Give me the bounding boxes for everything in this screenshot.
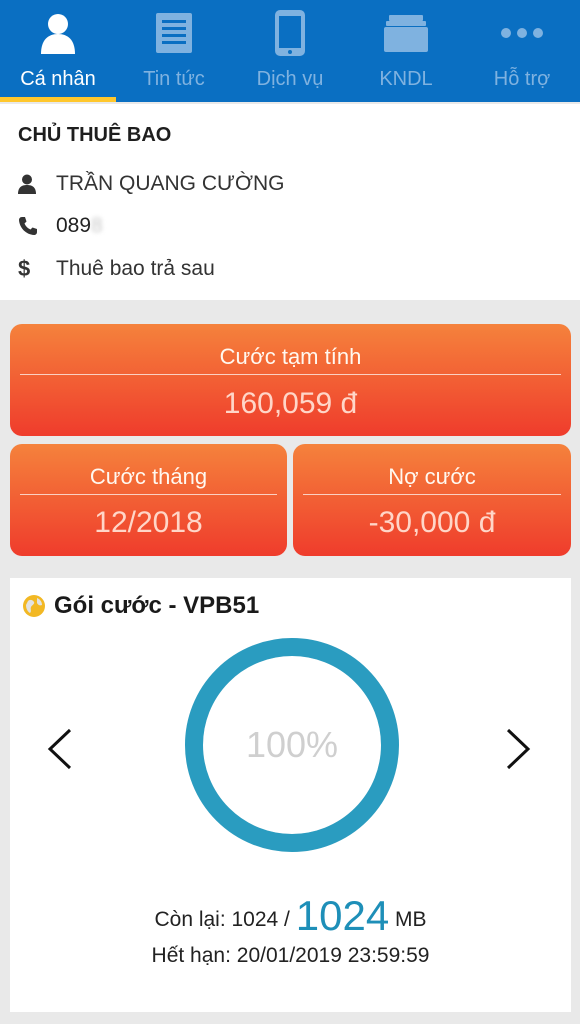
divider bbox=[20, 374, 561, 375]
monthly-charge-card[interactable]: Cước tháng 12/2018 bbox=[10, 444, 287, 556]
tab-ca-nhan[interactable]: Cá nhân bbox=[0, 0, 116, 102]
divider bbox=[20, 494, 277, 495]
person-icon bbox=[32, 8, 84, 58]
expiry-date: Hết hạn: 20/01/2019 23:59:59 bbox=[151, 944, 430, 967]
tab-ho-tro[interactable]: Hỗ trợ bbox=[464, 0, 580, 102]
tab-label: Hỗ trợ bbox=[493, 68, 551, 90]
temp-charge-card[interactable]: Cước tạm tính 160,059 đ bbox=[10, 324, 571, 436]
subscriber-type: Thuê bao trả sau bbox=[56, 257, 215, 280]
tab-dich-vu[interactable]: Dịch vụ bbox=[232, 0, 348, 102]
top-nav: Cá nhân Tin tức Dịch vụ KNDL Hỗ trợ bbox=[0, 0, 580, 102]
divider bbox=[303, 494, 561, 495]
tab-label: KNDL bbox=[379, 68, 433, 90]
remaining-label: Còn lại: 1024 / bbox=[154, 908, 290, 931]
previous-package-button[interactable] bbox=[40, 724, 80, 774]
debt-value: -30,000 đ bbox=[368, 506, 496, 539]
temp-charge-value: 160,059 đ bbox=[223, 387, 358, 420]
debt-label: Nợ cước bbox=[388, 464, 476, 489]
folder-icon bbox=[380, 8, 432, 58]
monthly-charge-value: 12/2018 bbox=[94, 506, 203, 539]
remaining-data: Còn lại: 1024 / 1024 MB bbox=[10, 892, 571, 940]
news-icon bbox=[148, 8, 200, 58]
subscriber-heading: CHỦ THUÊ BAO bbox=[18, 124, 172, 146]
monthly-charge-label: Cước tháng bbox=[89, 464, 208, 489]
tab-label: Tin tức bbox=[143, 68, 205, 90]
remaining-total: 1024 bbox=[295, 892, 390, 939]
next-package-button[interactable] bbox=[498, 724, 538, 774]
subscriber-phone: 0898 bbox=[56, 214, 103, 237]
subscriber-card: CHỦ THUÊ BAO TRẦN QUANG CƯỜNG 0898 $ Thu… bbox=[0, 104, 580, 300]
phone-handset-icon bbox=[18, 216, 48, 236]
dollar-icon: $ bbox=[18, 256, 31, 281]
subscriber-name: TRẦN QUANG CƯỜNG bbox=[56, 172, 285, 195]
user-icon bbox=[18, 174, 48, 194]
temp-charge-label: Cước tạm tính bbox=[219, 344, 362, 369]
package-title-row: Gói cước - VPB51 bbox=[22, 592, 259, 620]
subscriber-phone-row: 0898 bbox=[18, 214, 103, 238]
phone-icon bbox=[264, 8, 316, 58]
subscriber-name-row: TRẦN QUANG CƯỜNG bbox=[18, 172, 284, 196]
tab-tin-tuc[interactable]: Tin tức bbox=[116, 0, 232, 102]
chevron-right-icon bbox=[506, 728, 531, 770]
usage-ring: 100% bbox=[183, 636, 401, 854]
subscriber-type-row: $ Thuê bao trả sau bbox=[18, 256, 215, 282]
package-card: Gói cước - VPB51 100% Còn lại: 1024 / 10… bbox=[10, 578, 571, 1012]
more-dots-icon bbox=[496, 8, 548, 58]
debt-card[interactable]: Nợ cước -30,000 đ bbox=[293, 444, 571, 556]
tab-label: Cá nhân bbox=[20, 68, 96, 90]
package-title: Gói cước - VPB51 bbox=[54, 592, 260, 619]
tab-label: Dịch vụ bbox=[256, 68, 324, 90]
chevron-left-icon bbox=[47, 728, 72, 770]
globe-icon bbox=[22, 594, 46, 618]
remaining-unit: MB bbox=[395, 908, 427, 931]
tab-kndl[interactable]: KNDL bbox=[348, 0, 464, 102]
usage-percent: 100% bbox=[245, 724, 339, 765]
